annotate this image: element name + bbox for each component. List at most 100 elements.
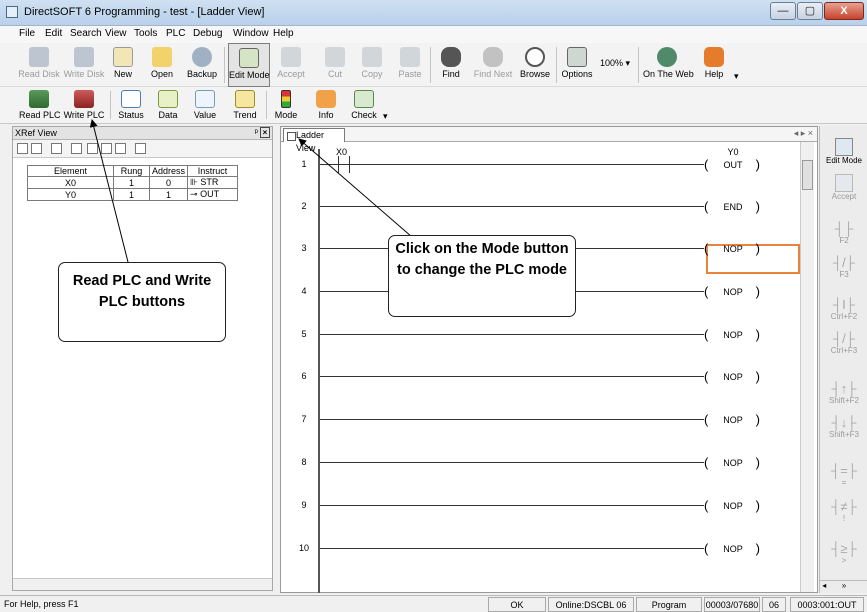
accept-button[interactable]: Accept [275,43,307,87]
new-button[interactable]: New [110,43,136,87]
xref-table-icon[interactable] [31,143,42,154]
table-row[interactable]: Y0 1 1 ⊸ OUT [27,188,239,201]
xref-print-icon[interactable] [71,143,82,154]
minimize-button[interactable]: — [770,2,796,20]
value-button[interactable]: Value [191,87,219,124]
info-button[interactable]: Info [313,87,339,124]
immediate-nc-contact-icon: ┤/├ [832,331,856,346]
open-button[interactable]: Open [148,43,176,87]
scrollbar-thumb[interactable] [802,160,813,190]
coil-nop[interactable]: (NOP) [704,412,760,428]
data-button[interactable]: Data [155,87,181,124]
accept-label: Accept [277,69,305,79]
xref-filter-icon[interactable] [51,143,62,154]
trend-button[interactable]: Trend [230,87,260,124]
palette-immediate-contact-button[interactable]: ┤I├ Ctrl+F2 [820,298,867,322]
find-next-button[interactable]: Find Next [473,43,513,87]
vertical-scrollbar[interactable] [800,142,814,592]
maximize-button[interactable]: ▢ [797,2,823,20]
palette-not-equal-button[interactable]: ┤≠├! [820,500,867,524]
coil-y0[interactable]: ( Y0 OUT ) [704,147,760,173]
table-row[interactable]: X0 1 0 ⊪ STR [27,176,239,189]
write-plc-button[interactable]: Write PLC [63,87,105,124]
column-header[interactable]: Address [148,165,189,177]
pin-icon[interactable]: ᵖ [255,127,258,137]
rung[interactable]: 6 (NOP) [281,361,800,391]
coil-instruction: NOP [723,501,743,511]
write-disk-button[interactable]: Write Disk [63,43,105,87]
menu-debug[interactable]: Debug [193,28,222,39]
check-button[interactable]: Check [349,87,379,124]
horizontal-scrollbar[interactable] [13,578,272,590]
edit-mode-button[interactable]: Edit Mode [228,43,270,87]
paste-button[interactable]: Paste [396,43,424,87]
cut-button[interactable]: Cut [322,43,348,87]
xref-next-icon[interactable] [115,143,126,154]
greater-compare-icon: ┤≥├ [831,541,857,556]
contact-x0[interactable]: X0 [336,147,352,173]
read-disk-label: Read Disk [18,69,60,79]
xref-prev-icon[interactable] [101,143,112,154]
options-button[interactable]: Options [560,43,594,87]
copy-button[interactable]: Copy [358,43,386,87]
palette-equal-compare-button[interactable]: ┤=├ = [820,464,867,488]
menu-tools[interactable]: Tools [134,28,157,39]
toolbar-overflow-icon[interactable]: ▾ [734,71,739,82]
read-disk-button[interactable]: Read Disk [18,43,60,87]
rung[interactable]: 10 (NOP) [281,533,800,563]
palette-falling-edge-button[interactable]: ┤↓├ Shift+F3 [820,416,867,440]
menu-plc[interactable]: PLC [166,28,185,39]
column-header[interactable]: Rung [113,165,150,177]
browse-button[interactable]: Browse [518,43,552,87]
palette-scroll-arrows[interactable]: ◂ » [820,580,867,593]
find-button[interactable]: Find [438,43,464,87]
xref-grid-icon[interactable] [17,143,28,154]
chevron-down-icon: ▾ [625,58,631,68]
menu-search[interactable]: Search [70,28,102,39]
menu-file[interactable]: File [19,28,35,39]
backup-button[interactable]: Backup [185,43,219,87]
menu-help[interactable]: Help [273,28,294,39]
rung[interactable]: 8 (NOP) [281,447,800,477]
palette-accept-button[interactable]: Accept [820,174,867,201]
coil-end[interactable]: (END) [704,199,760,215]
coil-nop[interactable]: (NOP) [704,369,760,385]
help-button[interactable]: Help [700,43,728,87]
coil-nop[interactable]: (NOP) [704,455,760,471]
coil-nop[interactable]: (NOP) [704,241,760,257]
tab-nav-arrows[interactable]: ◂ ▸ × [794,128,813,139]
rung[interactable]: 9 (NOP) [281,490,800,520]
close-button[interactable]: X [824,2,864,20]
coil-nop[interactable]: (NOP) [704,541,760,557]
on-the-web-button[interactable]: On The Web [643,43,694,87]
palette-rising-edge-button[interactable]: ┤↑├ Shift+F2 [820,382,867,406]
xref-first-icon[interactable] [87,143,98,154]
mode-button[interactable]: Mode [273,87,299,124]
zoom-select[interactable]: 100% ▾ [600,58,630,69]
palette-edit-mode-button[interactable]: Edit Mode [820,138,867,165]
rung[interactable]: 2 (END) [281,191,800,221]
palette-greater-compare-button[interactable]: ┤≥├ > [820,541,867,566]
column-header[interactable]: Instruct [187,165,239,177]
coil-nop[interactable]: (NOP) [704,327,760,343]
mode-callout: Click on the Mode button to change the P… [388,235,576,317]
rung[interactable]: 5 (NOP) [281,319,800,349]
coil-nop[interactable]: (NOP) [704,498,760,514]
menu-edit[interactable]: Edit [45,28,62,39]
toolbar-overflow-icon[interactable]: ▾ [383,111,388,122]
palette-nc-contact-button[interactable]: ┤/├ F3 [820,256,867,280]
xref-close-icon[interactable]: × [260,127,270,138]
palette-immediate-nc-button[interactable]: ┤/├ Ctrl+F3 [820,331,867,356]
coil-nop[interactable]: (NOP) [704,284,760,300]
palette-no-contact-button[interactable]: ┤├ F2 [820,222,867,246]
status-button[interactable]: Status [116,87,146,124]
read-plc-button[interactable]: Read PLC [19,87,61,124]
rung[interactable]: 7 (NOP) [281,404,800,434]
instruct-cell: ⊪ STR [187,176,239,189]
tab-ladder-view[interactable]: Ladder View [283,128,345,153]
column-header[interactable]: Element [27,165,114,177]
menu-window[interactable]: Window [233,28,269,39]
xref-refresh-icon[interactable] [135,143,146,154]
rung[interactable]: 1 X0 ( Y0 OUT ) [281,147,800,179]
menu-view[interactable]: View [105,28,127,39]
